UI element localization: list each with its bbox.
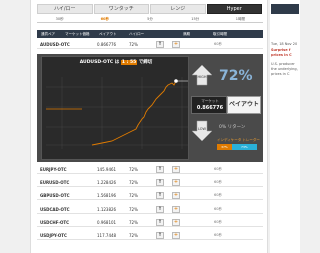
col-expiry: 満期: [183, 32, 190, 36]
pair-expiry: 60秒: [214, 207, 222, 211]
pair-name: USDJPY-OTC: [40, 233, 67, 238]
sentiment-high: 37%: [217, 144, 232, 150]
subtab-5m[interactable]: 5分: [127, 15, 173, 23]
add-button[interactable]: +: [172, 192, 180, 199]
high-button[interactable]: ⇑: [156, 166, 164, 173]
table-row[interactable]: EURUSD-OTC 1.228426 72% ⇑ + 60秒: [37, 178, 263, 187]
high-button[interactable]: ⇑: [156, 232, 164, 239]
add-button[interactable]: +: [172, 219, 180, 226]
pair-rate: 1.123826: [97, 207, 117, 212]
high-button[interactable]: ⇑: [156, 219, 164, 226]
news-body-3: prices in C: [271, 72, 290, 76]
pair-expiry: 60秒: [214, 180, 222, 184]
pair-expiry: 60秒: [214, 233, 222, 237]
tab-onetouch[interactable]: ワンタッチ: [93, 4, 149, 14]
table-row[interactable]: EURJPY-OTC 145.9461 72% ⇑ + 60秒: [37, 165, 263, 174]
duration-tabs: 30秒 60秒 5分 15分 1時間: [37, 15, 264, 23]
subtab-60s[interactable]: 60秒: [82, 15, 128, 23]
subtab-1h[interactable]: 1時間: [217, 15, 264, 23]
pair-name: GBPUSD-OTC: [40, 193, 70, 198]
news-body: U.S. producer: [271, 62, 295, 66]
pair-expiry: 60秒: [214, 42, 222, 46]
pair-rate: 0.866776: [97, 42, 117, 47]
table-header: 通貨ペア マーケット価格 ペイアウト ハイ/ロー 満期 取引時間: [37, 30, 263, 38]
table-row-active[interactable]: AUDUSD-OTC 0.866776 72% ⇑ + 60秒: [37, 40, 263, 49]
table-row[interactable]: GBPUSD-OTC 1.568196 72% ⇑ + 60秒: [37, 191, 263, 200]
table-row[interactable]: USDJPY-OTC 117.7448 72% ⇑ + 60秒: [37, 231, 263, 240]
sentiment-low: 73%: [231, 144, 257, 150]
col-blank: [155, 30, 179, 38]
indicator-label: インディケータ トレーダー: [217, 138, 260, 142]
pair-name: EURJPY-OTC: [40, 167, 67, 172]
market-rate: 0.866776: [196, 105, 224, 111]
pair-expiry: 60秒: [214, 220, 222, 224]
col-time: 取引時間: [213, 32, 227, 36]
low-arrow-icon[interactable]: LOW: [191, 120, 213, 142]
trade-side-panel: HIGH 72% マーケット 0.866776 ペイアウト LOW 0% リター…: [191, 56, 261, 160]
pair-rate: 145.9461: [97, 167, 117, 172]
add-button[interactable]: +: [172, 41, 180, 48]
news-date: Tue, 18 Nov 20: [271, 42, 298, 46]
col-highlow: ハイ/ロー: [129, 32, 145, 36]
pair-payout: 72%: [129, 233, 138, 238]
add-button[interactable]: +: [172, 179, 180, 186]
high-button[interactable]: ⇑: [156, 41, 164, 48]
market-label: マーケット: [201, 99, 219, 103]
tab-range[interactable]: レンジ: [150, 4, 206, 14]
high-button[interactable]: ⇑: [156, 192, 164, 199]
subtab-30s[interactable]: 30秒: [37, 15, 83, 23]
high-button[interactable]: ⇑: [156, 179, 164, 186]
add-button[interactable]: +: [172, 206, 180, 213]
table-row[interactable]: USDCHF-OTC 0.968101 72% ⇑ + 60秒: [37, 218, 263, 227]
col-payout: ペイアウト: [99, 32, 117, 36]
pair-payout: 72%: [129, 42, 138, 47]
table-row[interactable]: USDCAD-OTC 1.123826 72% ⇑ + 60秒: [37, 205, 263, 214]
news-headline-2[interactable]: prices in C: [271, 53, 300, 57]
chart-svg: [46, 77, 188, 149]
high-button[interactable]: ⇑: [156, 206, 164, 213]
subtab-15m[interactable]: 15分: [172, 15, 218, 23]
col-rate: マーケット価格: [65, 32, 90, 36]
market-box: マーケット 0.866776 ペイアウト: [191, 96, 261, 114]
pair-rate: 117.7448: [97, 233, 117, 238]
price-line: [91, 80, 177, 146]
price-chart[interactable]: AUDUSD-OTC は 1 : 55 で締切: [41, 56, 189, 160]
add-button[interactable]: +: [172, 232, 180, 239]
pair-payout: 72%: [129, 193, 138, 198]
pair-name: USDCAD-OTC: [40, 207, 70, 212]
pair-payout: 72%: [129, 180, 138, 185]
news-headline[interactable]: Surprise f: [271, 48, 300, 52]
pair-rate: 1.568196: [97, 193, 117, 198]
pair-payout: 72%: [129, 167, 138, 172]
add-button[interactable]: +: [172, 166, 180, 173]
col-pair: 通貨ペア: [41, 32, 55, 36]
news-sidebar: Tue, 18 Nov 20 Surprise f prices in C U.…: [270, 0, 300, 253]
low-label: LOW: [198, 127, 207, 131]
market-price-box: マーケット 0.866776: [191, 96, 227, 114]
news-header: [271, 4, 299, 14]
left-margin: [0, 0, 30, 253]
pair-expiry: 60秒: [214, 193, 222, 197]
trading-panel: ハイ/ロー ワンタッチ レンジ Hyper 30秒 60秒 5分 15分 1時間…: [30, 0, 268, 253]
high-arrow-icon[interactable]: HIGH: [191, 64, 213, 86]
payout-percentage: 72%: [219, 68, 253, 84]
tab-highlow[interactable]: ハイ/ロー: [37, 4, 93, 14]
low-return: 0% リターン: [219, 125, 246, 130]
pair-payout: 72%: [129, 207, 138, 212]
pair-expiry: 60秒: [214, 167, 222, 171]
pair-payout: 72%: [129, 220, 138, 225]
news-body-2: the underlying,: [271, 67, 298, 71]
high-label: HIGH: [197, 75, 206, 79]
chart-panel: AUDUSD-OTC は 1 : 55 で締切 HIGH 72% マーケット 0…: [37, 54, 263, 162]
pair-name: USDCHF-OTC: [40, 220, 70, 225]
pair-rate: 1.228426: [97, 180, 117, 185]
sentiment-bar: 37% 73%: [217, 144, 257, 150]
pair-name: EURUSD-OTC: [40, 180, 70, 185]
payout-button[interactable]: ペイアウト: [227, 96, 261, 114]
pair-name: AUDUSD-OTC: [40, 42, 70, 47]
pair-rate: 0.968101: [97, 220, 117, 225]
option-type-tabs: ハイ/ロー ワンタッチ レンジ Hyper: [37, 4, 263, 14]
tab-hyper[interactable]: Hyper: [206, 4, 262, 14]
